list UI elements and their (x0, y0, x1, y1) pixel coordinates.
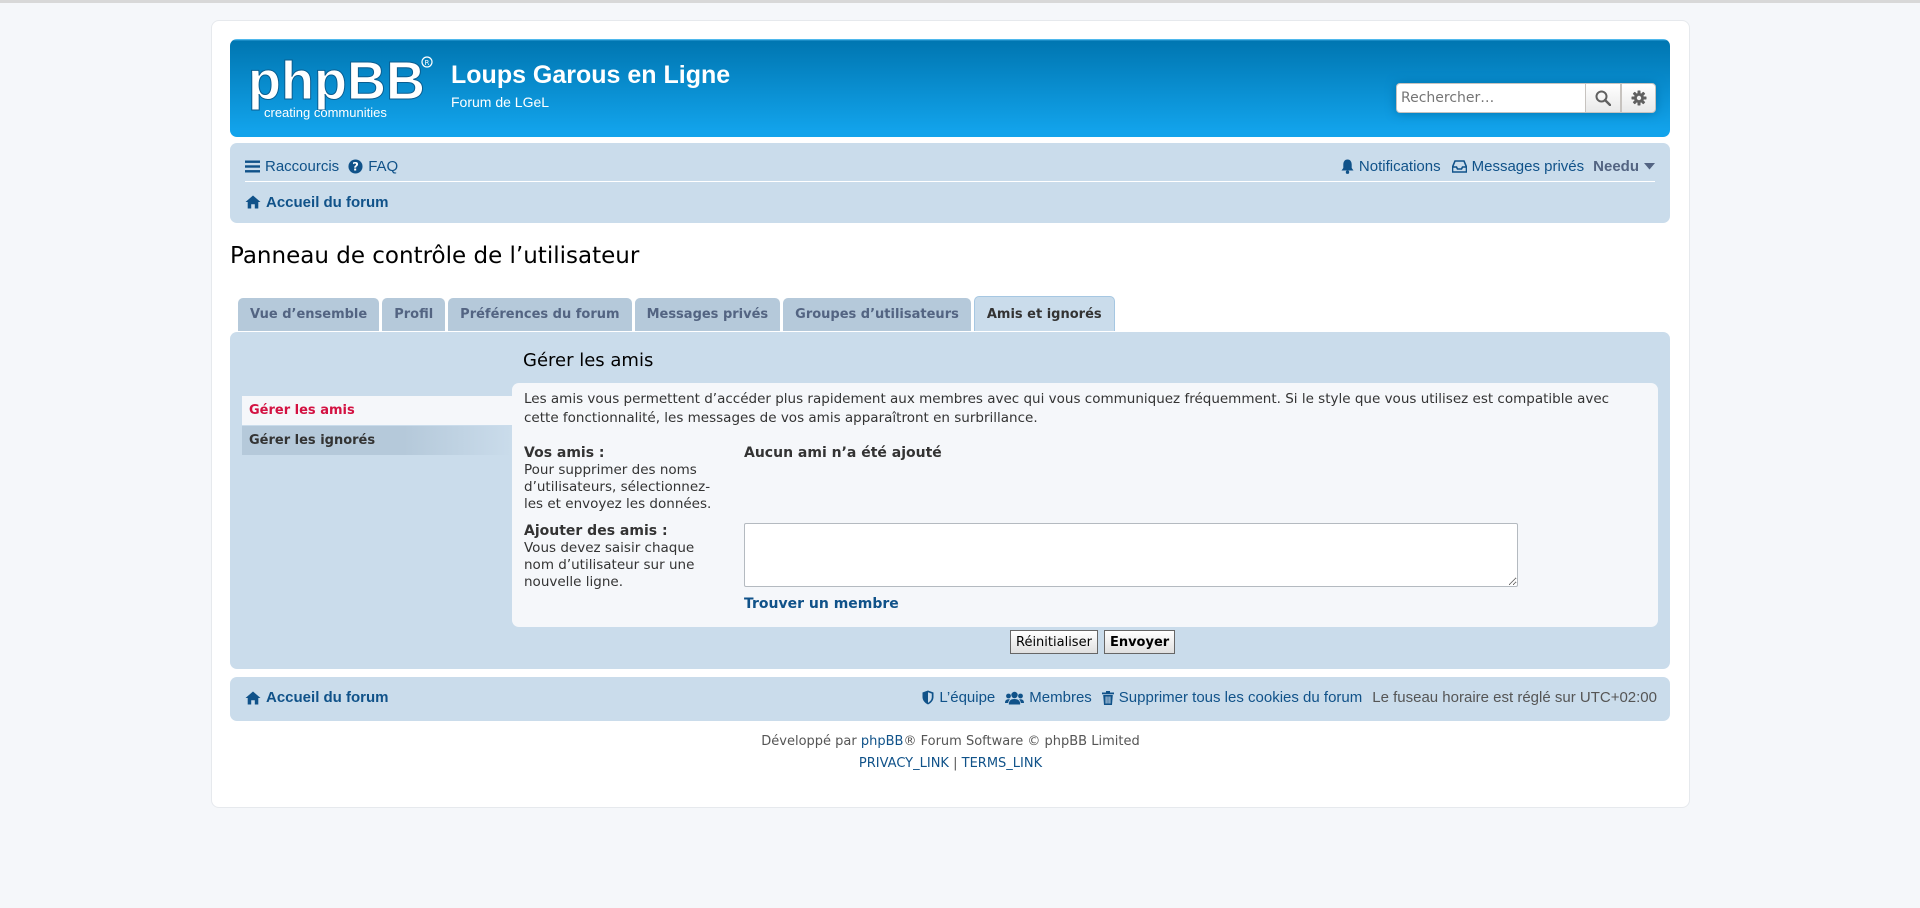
your-friends-help: Pour supprimer des noms d’utilisateurs, … (524, 462, 712, 512)
site-title[interactable]: Loups Garous en Ligne (451, 61, 730, 90)
add-friends-help: Vous devez saisir chaque nom d’utilisate… (524, 540, 695, 590)
link-separator: | (953, 756, 958, 771)
phpbb-link[interactable]: phpBB (861, 734, 904, 749)
members-link[interactable]: Membres (1005, 689, 1092, 706)
site-description: Forum de LGeL (451, 94, 550, 110)
privacy-link[interactable]: PRIVACY_LINK (859, 756, 949, 771)
private-messages-label: Messages privés (1471, 157, 1585, 175)
ucp-tabs: Vue d’ensemble Profil Préférences du for… (238, 296, 1115, 331)
your-friends-term: Vos amis : Pour supprimer des noms d’uti… (524, 445, 724, 513)
team-link[interactable]: L’équipe (922, 689, 995, 706)
form-buttons: Réinitialiser Envoyer (1010, 630, 1176, 654)
footer-breadcrumb: Accueil du forum (245, 689, 389, 706)
ucp-panel: Gérer les amis Gérer les ignorés Gérer l… (230, 332, 1670, 669)
bell-icon (1341, 159, 1354, 174)
phpbb-logo[interactable]: phpBB R creating communities (246, 53, 436, 123)
delete-cookies-link[interactable]: Supprimer tous les cookies du forum (1101, 689, 1363, 706)
sidebar-item-manage-friends[interactable]: Gérer les amis (242, 396, 512, 425)
private-messages-link[interactable]: Messages privés (1451, 157, 1585, 175)
sidebar-menu: Gérer les amis Gérer les ignorés (242, 396, 512, 455)
copyright: Développé par phpBB® Forum Software © ph… (212, 734, 1689, 749)
user-menu[interactable]: Needu (1593, 158, 1655, 175)
shield-icon (922, 690, 934, 705)
add-friends-label: Ajouter des amis : (524, 523, 668, 539)
faq-label: FAQ (368, 157, 399, 175)
friends-form: Les amis vous permettent d’accéder plus … (512, 383, 1658, 627)
find-member-link[interactable]: Trouver un membre (744, 596, 899, 612)
svg-text:creating communities: creating communities (264, 105, 387, 120)
username: Needu (1593, 157, 1639, 175)
site-header: phpBB R creating communities Loups Garou… (230, 39, 1670, 137)
nav-divider (245, 181, 1655, 182)
powered-suffix: ® Forum Software © phpBB Limited (903, 734, 1140, 749)
add-friends-term: Ajouter des amis : Vous devez saisir cha… (524, 523, 704, 591)
footer-home-link[interactable]: Accueil du forum (245, 689, 389, 706)
members-label: Membres (1029, 689, 1092, 706)
page-wrapper: phpBB R creating communities Loups Garou… (211, 20, 1690, 808)
sidebar-item-manage-foes[interactable]: Gérer les ignorés (242, 426, 512, 455)
breadcrumb-home-label: Accueil du forum (266, 193, 389, 211)
users-icon (1005, 691, 1025, 704)
page-title: Panneau de contrôle de l’utilisateur (230, 243, 640, 269)
home-icon (245, 691, 261, 704)
gear-icon (1631, 90, 1646, 106)
nav-links-row: Raccourcis ? FAQ Notifications Messages … (245, 151, 1655, 181)
quicklinks-label: Raccourcis (265, 157, 340, 175)
notifications-label: Notifications (1358, 157, 1441, 175)
add-friends-textarea[interactable] (744, 523, 1518, 587)
footer-home-label: Accueil du forum (266, 689, 389, 706)
search-input[interactable] (1396, 83, 1585, 113)
browser-top-border (0, 0, 1920, 3)
advanced-search-button[interactable] (1621, 83, 1656, 113)
footer-links: L’équipe Membres Supprimer tous les cook… (922, 689, 1657, 706)
search-button[interactable] (1585, 83, 1621, 113)
question-circle-icon: ? (348, 158, 363, 173)
caret-down-icon (1644, 162, 1655, 169)
tab-private-messages[interactable]: Messages privés (634, 298, 781, 331)
faq-link[interactable]: ? FAQ (348, 158, 398, 175)
your-friends-value: Aucun ami n’a été ajouté (744, 445, 942, 461)
timezone-text: Le fuseau horaire est réglé sur UTC+02:0… (1372, 689, 1657, 706)
breadcrumb: Accueil du forum (245, 190, 389, 214)
section-title: Gérer les amis (523, 350, 654, 371)
breadcrumb-home[interactable]: Accueil du forum (245, 194, 389, 211)
tab-usergroups[interactable]: Groupes d’utilisateurs (783, 298, 971, 331)
reset-button[interactable]: Réinitialiser (1010, 630, 1098, 654)
svg-text:phpBB: phpBB (248, 53, 425, 111)
notifications-link[interactable]: Notifications (1341, 158, 1441, 175)
inbox-icon (1451, 159, 1467, 173)
tab-forum-preferences[interactable]: Préférences du forum (448, 298, 632, 331)
home-icon (245, 195, 261, 209)
tab-profile[interactable]: Profil (382, 298, 446, 331)
footer-navbar: Accueil du forum L’équipe Membres Suppri… (230, 677, 1670, 721)
legal-links: PRIVACY_LINK | TERMS_LINK (212, 756, 1689, 771)
team-label: L’équipe (939, 689, 996, 706)
powered-prefix: Développé par (761, 734, 861, 749)
bars-icon (245, 160, 260, 172)
terms-link[interactable]: TERMS_LINK (962, 756, 1042, 771)
submit-button[interactable]: Envoyer (1103, 630, 1176, 654)
intro-text: Les amis vous permettent d’accéder plus … (524, 391, 1610, 426)
your-friends-label: Vos amis : (524, 445, 605, 461)
quicklinks-menu[interactable]: Raccourcis (245, 158, 339, 175)
tab-friends-foes[interactable]: Amis et ignorés (973, 296, 1115, 331)
trash-icon (1101, 690, 1114, 705)
search-icon (1595, 90, 1611, 106)
search-box (1396, 83, 1656, 113)
tab-overview[interactable]: Vue d’ensemble (238, 298, 380, 331)
svg-text:R: R (425, 59, 430, 67)
svg-text:?: ? (352, 160, 359, 173)
navbar: Raccourcis ? FAQ Notifications Messages … (230, 143, 1670, 223)
delete-cookies-label: Supprimer tous les cookies du forum (1118, 689, 1363, 706)
